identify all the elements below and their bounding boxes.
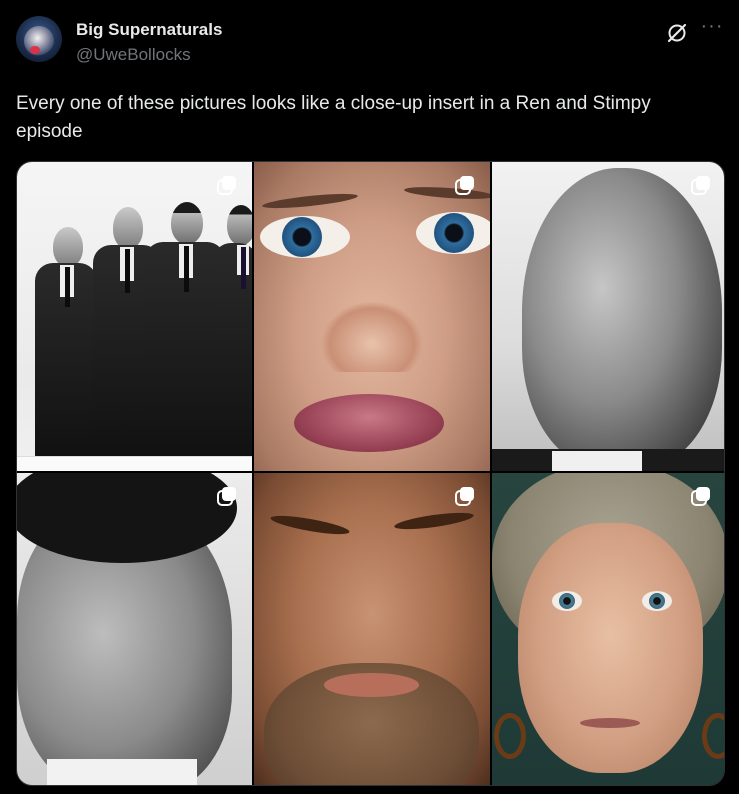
media-image-4[interactable] <box>17 473 252 785</box>
media-image-5[interactable] <box>254 473 490 785</box>
media-image-1[interactable] <box>17 162 252 471</box>
media-grid <box>16 161 725 786</box>
user-handle[interactable]: @UweBollocks <box>76 45 191 65</box>
grok-icon[interactable] <box>666 22 688 44</box>
media-image-2[interactable] <box>254 162 490 471</box>
media-image-3[interactable] <box>492 162 724 471</box>
more-icon[interactable]: ··· <box>700 16 724 42</box>
copy-icon <box>217 176 236 195</box>
copy-icon <box>217 487 236 506</box>
copy-icon <box>691 176 710 195</box>
copy-icon <box>455 176 474 195</box>
display-name[interactable]: Big Supernaturals <box>76 20 222 40</box>
avatar[interactable] <box>16 16 62 62</box>
post-text: Every one of these pictures looks like a… <box>16 93 651 142</box>
copy-icon <box>455 487 474 506</box>
copy-icon <box>691 487 710 506</box>
media-image-6[interactable] <box>492 473 724 785</box>
